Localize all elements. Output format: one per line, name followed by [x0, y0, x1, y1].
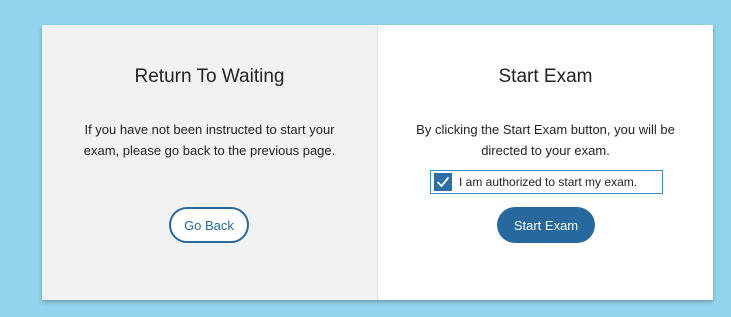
go-back-button[interactable]: Go Back — [169, 207, 249, 243]
check-icon — [437, 177, 449, 187]
start-exam-title: Start Exam — [498, 66, 593, 87]
authorization-label[interactable]: I am authorized to start my exam. — [459, 175, 637, 189]
return-to-waiting-description: If you have not been instructed to start… — [62, 119, 357, 161]
return-to-waiting-title: Return To Waiting — [134, 66, 285, 87]
authorization-checkbox-row[interactable]: I am authorized to start my exam. — [430, 170, 663, 194]
start-description-line-2: directed to your exam. — [481, 143, 610, 158]
return-to-waiting-panel: Return To Waiting If you have not been i… — [42, 25, 378, 300]
exam-start-card: Return To Waiting If you have not been i… — [42, 25, 713, 300]
start-exam-panel: Start Exam By clicking the Start Exam bu… — [378, 25, 713, 300]
authorization-checkbox[interactable] — [434, 173, 452, 191]
start-exam-button[interactable]: Start Exam — [497, 207, 595, 243]
start-description-line-1: By clicking the Start Exam button, you w… — [416, 122, 675, 137]
return-description-line-2: exam, please go back to the previous pag… — [83, 143, 336, 158]
start-exam-description: By clicking the Start Exam button, you w… — [398, 119, 693, 161]
return-description-line-1: If you have not been instructed to start… — [84, 122, 335, 137]
